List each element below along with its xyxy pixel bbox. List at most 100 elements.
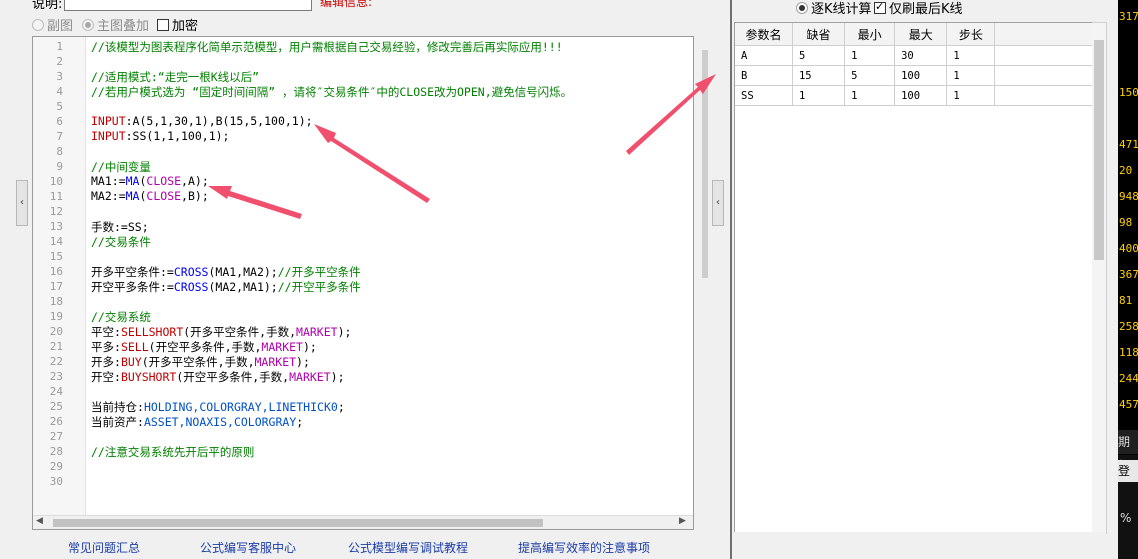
table-cell[interactable]: 1 [844,85,896,106]
params-horizontal-scrollbar[interactable] [734,532,1106,546]
per-bar-calc-radio[interactable] [796,1,808,14]
quote-value: 4006 [1119,242,1138,255]
table-cell[interactable]: 100 [894,85,948,106]
table-cell[interactable]: 100 [894,65,948,86]
code-line-13: 手数:=SS; [91,220,149,234]
quote-value: 948 [1119,190,1138,203]
chevron-left-icon: ‹ [716,197,720,208]
line-number: 7 [56,130,63,143]
table-cell[interactable]: 1 [946,85,996,106]
code-line-3: //适用模式:“走完一根K线以后” [91,70,260,84]
service-center-link[interactable]: 公式编写客服中心 [200,539,296,556]
quote-value: 81 [1119,294,1133,307]
table-cell[interactable]: 1 [946,45,996,66]
code-line-28: //注意交易系统先开后平的原则 [91,445,255,459]
column-header[interactable]: 缺省 [792,23,846,46]
options-tab[interactable]: 期权 [1118,430,1138,473]
table-cell[interactable]: 5 [844,65,896,86]
quote-value: 457 [1119,398,1138,411]
column-header[interactable]: 参数名 [735,23,793,46]
collapse-right-tab[interactable]: ‹ [712,180,724,226]
sub-chart-option[interactable]: 副图 [32,15,73,34]
table-row[interactable]: SS 1 1 100 1 [735,85,1093,106]
efficiency-tips-link[interactable]: 提高编写效率的注意事项 [518,539,650,556]
table-cell[interactable]: 15 [792,65,846,86]
scrollbar-thumb[interactable] [53,519,543,527]
faq-link[interactable]: 常见问题汇总 [68,539,140,556]
main-overlay-option[interactable]: 主图叠加 [82,15,149,34]
scrollbar-thumb[interactable] [1094,40,1104,260]
sub-chart-radio[interactable] [32,18,44,31]
scroll-right-icon[interactable]: ▶ [679,516,686,526]
line-number: 12 [49,205,63,218]
line-number: 10 [49,175,63,188]
line-number: 18 [49,295,63,308]
line-number: 6 [56,115,63,128]
column-header-filler [994,23,1093,46]
column-header[interactable]: 最大 [894,23,948,46]
main-overlay-radio[interactable] [82,18,94,31]
table-cell[interactable]: 5 [792,45,846,66]
code-line-4: //若用户模式选为 “固定时间间隔” ，请将″交易条件″中的CLOSE改为OPE… [91,85,573,99]
line-number: 20 [49,325,63,338]
table-cell[interactable]: 30 [894,45,948,66]
table-cell[interactable]: A [735,45,793,66]
scroll-left-icon[interactable]: ◀ [36,516,43,526]
line-number: 5 [56,100,63,113]
line-number: 13 [49,220,63,233]
description-input[interactable] [64,0,312,11]
refresh-last-bar-label: 仅刷最后K线 [889,2,963,17]
encrypt-checkbox[interactable] [157,18,169,31]
code-editor[interactable]: 1 2 3 4 5 6 7 8 9 10 11 12 13 14 15 16 1… [32,36,694,530]
quote-value: 150 [1119,86,1138,99]
line-number: 23 [49,370,63,383]
code-line-6: INPUT:A(5,1,30,1),B(15,5,100,1); [91,114,313,128]
table-cell-filler [994,45,1093,66]
login-button[interactable]: 登 [1118,460,1138,482]
table-row[interactable]: B 15 5 100 1 [735,65,1093,86]
collapse-left-tab[interactable]: ‹ [16,180,28,226]
code-line-9: //中间变量 [91,160,151,174]
code-line-7: INPUT:SS(1,1,100,1); [91,129,230,143]
line-number: 21 [49,340,63,353]
refresh-last-bar-option[interactable]: 仅刷最后K线 [874,0,963,17]
line-number: 3 [56,70,63,83]
params-table-container: 参数名 缺省 最小 最大 步长 A 5 1 30 1 B 15 5 100 1 … [734,22,1094,534]
quote-value: 367 [1119,268,1138,281]
line-number: 25 [49,400,63,413]
editor-horizontal-scrollbar[interactable]: ◀ ▶ [33,515,693,529]
per-bar-calc-option[interactable]: 逐K线计算 [796,0,872,17]
line-number: 29 [49,460,63,473]
encrypt-option[interactable]: 加密 [157,15,198,34]
percent-label: % [1120,511,1132,525]
editor-vertical-scrollbar[interactable] [702,50,708,278]
quote-strip-footer: 期权 登 % [1118,430,1138,559]
line-number: 28 [49,445,63,458]
per-bar-calc-label: 逐K线计算 [811,2,872,17]
line-number: 8 [56,145,63,158]
quote-value: 258 [1119,320,1138,333]
table-cell[interactable]: 1 [844,45,896,66]
column-header[interactable]: 步长 [946,23,996,46]
params-table: 参数名 缺省 最小 最大 步长 A 5 1 30 1 B 15 5 100 1 … [735,23,1093,106]
table-cell[interactable]: B [735,65,793,86]
line-number: 1 [56,40,63,53]
table-cell[interactable]: 1 [792,85,846,106]
code-line-22: 开多:BUY(开多平空条件,手数,MARKET); [91,355,310,369]
table-cell[interactable]: SS [735,85,793,106]
code-line-10: MA1:=MA(CLOSE,A); [91,174,209,188]
table-cell[interactable]: 1 [946,65,996,86]
table-row[interactable]: A 5 1 30 1 [735,45,1093,66]
line-number: 16 [49,265,63,278]
description-label: 说明: [32,0,63,12]
debug-tutorial-link[interactable]: 公式模型编写调试教程 [348,539,468,556]
line-number: 30 [49,475,63,488]
column-header[interactable]: 最小 [844,23,896,46]
code-line-1: //该模型为图表程序化简单示范模型，用户需根据自己交易经验，修改完善后再实际应用… [91,40,563,54]
table-cell-filler [994,65,1093,86]
refresh-last-bar-checkbox[interactable] [874,0,886,14]
line-number: 9 [56,160,63,173]
main-overlay-label: 主图叠加 [97,19,150,34]
line-number: 2 [56,55,63,68]
table-cell-filler [994,85,1093,106]
